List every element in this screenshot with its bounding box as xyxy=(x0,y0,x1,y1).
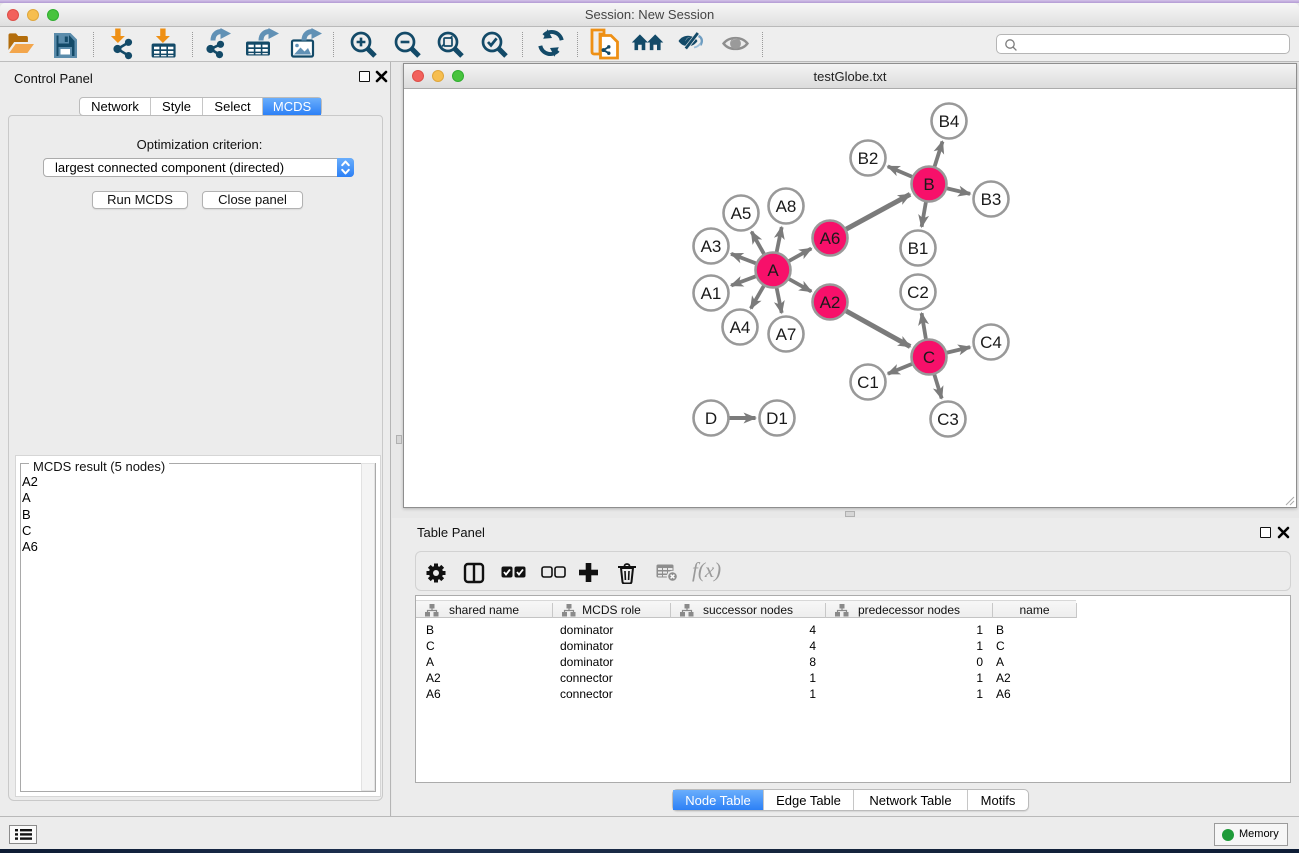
svg-text:B: B xyxy=(923,175,934,194)
svg-text:A3: A3 xyxy=(701,237,722,256)
svg-text:B1: B1 xyxy=(908,239,929,258)
svg-text:A5: A5 xyxy=(731,204,752,223)
svg-text:A6: A6 xyxy=(820,229,841,248)
svg-text:B4: B4 xyxy=(939,112,960,131)
svg-text:A7: A7 xyxy=(776,325,797,344)
svg-text:A1: A1 xyxy=(701,284,722,303)
svg-text:C1: C1 xyxy=(857,373,879,392)
svg-text:D1: D1 xyxy=(766,409,788,428)
svg-text:B2: B2 xyxy=(858,149,879,168)
svg-text:A2: A2 xyxy=(820,293,841,312)
svg-text:A: A xyxy=(767,261,779,280)
svg-text:C2: C2 xyxy=(907,283,929,302)
svg-text:D: D xyxy=(705,409,717,428)
svg-text:C4: C4 xyxy=(980,333,1002,352)
svg-text:A8: A8 xyxy=(776,197,797,216)
svg-text:C: C xyxy=(923,348,935,367)
svg-text:A4: A4 xyxy=(730,318,751,337)
svg-text:B3: B3 xyxy=(981,190,1002,209)
svg-text:C3: C3 xyxy=(937,410,959,429)
